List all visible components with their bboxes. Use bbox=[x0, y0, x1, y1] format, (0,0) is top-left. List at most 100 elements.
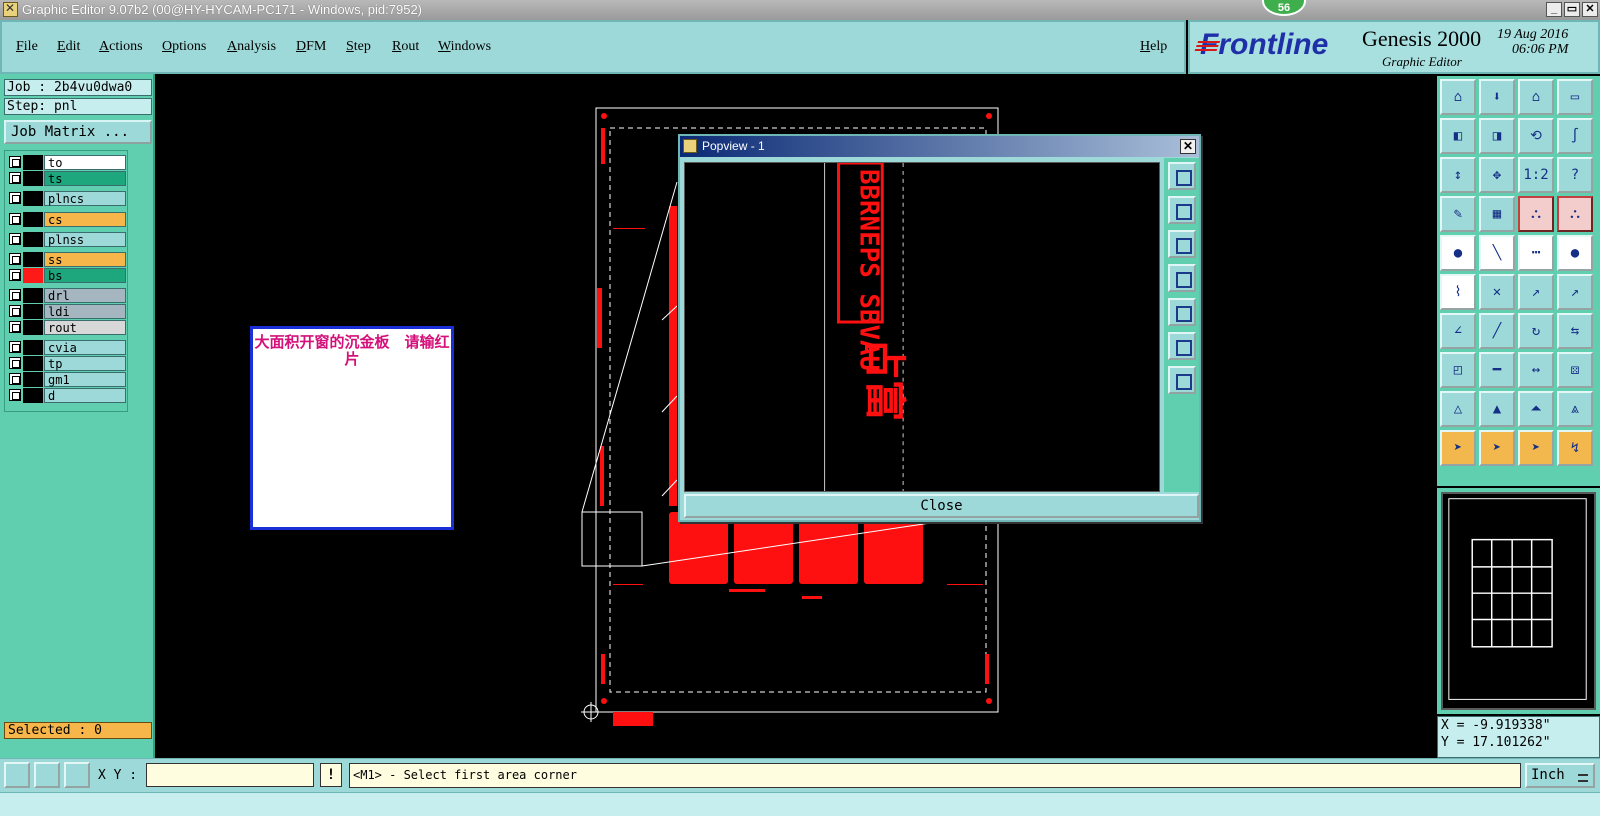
layer-row-tp[interactable]: tp bbox=[7, 356, 127, 371]
layer-name[interactable]: plnss bbox=[44, 232, 126, 247]
net-highlight-icon[interactable]: ⛬ bbox=[1518, 196, 1554, 232]
line-add-icon[interactable]: ╲ bbox=[1479, 235, 1515, 271]
layer-checkbox[interactable] bbox=[9, 156, 21, 168]
popview-title[interactable]: Popview - 1 bbox=[680, 136, 1199, 157]
layer-color-swatch[interactable] bbox=[23, 288, 43, 303]
connect-icon[interactable]: ⌇ bbox=[1440, 274, 1476, 310]
popview-down-icon[interactable] bbox=[1168, 230, 1196, 258]
layer-color-swatch[interactable] bbox=[23, 372, 43, 387]
layer-checkbox[interactable] bbox=[9, 172, 21, 184]
fit-all-icon[interactable]: ✥ bbox=[1479, 157, 1515, 193]
layer-checkbox[interactable] bbox=[9, 253, 21, 265]
popview-fit-all-icon[interactable] bbox=[1168, 366, 1196, 394]
layer-checkbox[interactable] bbox=[9, 357, 21, 369]
layer-checkbox[interactable] bbox=[9, 341, 21, 353]
angle-icon[interactable]: ∠ bbox=[1440, 313, 1476, 349]
zoom-page-icon[interactable]: ⬇ bbox=[1479, 79, 1515, 115]
units-select[interactable]: Inch bbox=[1525, 763, 1595, 788]
layer-row-d[interactable]: d bbox=[7, 388, 127, 403]
ratio-icon[interactable]: 1:2 bbox=[1518, 157, 1554, 193]
layer-row-ss[interactable]: ss bbox=[7, 252, 127, 267]
popview-canvas[interactable]: BBRNEPS SBVAU 占 富 bbox=[684, 162, 1160, 492]
net-select-icon[interactable]: ⛬ bbox=[1557, 196, 1593, 232]
layer-name[interactable]: cvia bbox=[44, 340, 126, 355]
layer-color-swatch[interactable] bbox=[23, 155, 43, 170]
layer-row-bs[interactable]: bs bbox=[7, 268, 127, 283]
popview-zoom-icon[interactable] bbox=[1168, 162, 1196, 190]
select-box-icon[interactable]: ➤ bbox=[1479, 430, 1515, 466]
window-title-bar[interactable]: Graphic Editor 9.07b2 (00@HY-HYCAM-PC171… bbox=[0, 0, 1600, 20]
maximize-button[interactable]: ▭ bbox=[1564, 2, 1580, 17]
layer-name[interactable]: plncs bbox=[44, 191, 126, 206]
zoom-home-icon[interactable]: ⌂ bbox=[1440, 79, 1476, 115]
popview-close-x-button[interactable]: ✕ bbox=[1180, 139, 1196, 154]
layer-name[interactable]: cs bbox=[44, 212, 126, 227]
layer-color-swatch[interactable] bbox=[23, 232, 43, 247]
layer-name[interactable]: gm1 bbox=[44, 372, 126, 387]
close-window-button[interactable]: ✕ bbox=[1582, 2, 1598, 17]
layer-name[interactable]: ldi bbox=[44, 304, 126, 319]
layer-color-swatch[interactable] bbox=[23, 320, 43, 335]
layer-checkbox[interactable] bbox=[9, 233, 21, 245]
line-edit-icon[interactable]: ╱ bbox=[1479, 313, 1515, 349]
dot-icon[interactable]: ● bbox=[1557, 235, 1593, 271]
popview-fit-icon[interactable] bbox=[1168, 332, 1196, 360]
popview-left-icon[interactable] bbox=[1168, 264, 1196, 292]
popview-page-icon[interactable] bbox=[1168, 196, 1196, 224]
mirror-icon[interactable]: ⇆ bbox=[1557, 313, 1593, 349]
cluster-icon[interactable]: ⚄ bbox=[1557, 352, 1593, 388]
layer-row-plncs[interactable]: plncs bbox=[7, 191, 127, 206]
layer-name[interactable]: drl bbox=[44, 288, 126, 303]
draw-angle-icon[interactable] bbox=[34, 762, 60, 788]
grid-snap-icon[interactable] bbox=[64, 762, 90, 788]
select-arrow-icon[interactable]: ➤ bbox=[1440, 430, 1476, 466]
fit-height-icon[interactable]: ↕ bbox=[1440, 157, 1476, 193]
layer-checkbox[interactable] bbox=[9, 213, 21, 225]
curve-icon[interactable]: ∫ bbox=[1557, 118, 1593, 154]
layer-name[interactable]: ss bbox=[44, 252, 126, 267]
menu-windows[interactable]: Windows bbox=[438, 39, 491, 55]
layer-color-swatch[interactable] bbox=[23, 304, 43, 319]
layer-row-ldi[interactable]: ldi bbox=[7, 304, 127, 319]
layer-checkbox[interactable] bbox=[9, 289, 21, 301]
layer-color-swatch[interactable] bbox=[23, 388, 43, 403]
layer-checkbox[interactable] bbox=[9, 305, 21, 317]
menu-rout[interactable]: Rout bbox=[392, 39, 419, 55]
popview-right-icon[interactable] bbox=[1168, 298, 1196, 326]
select-pad-icon[interactable]: ➤ bbox=[1518, 430, 1554, 466]
layer-name[interactable]: d bbox=[44, 388, 126, 403]
layer-color-swatch[interactable] bbox=[23, 171, 43, 186]
layer-checkbox[interactable] bbox=[9, 373, 21, 385]
layer-checkbox[interactable] bbox=[9, 192, 21, 204]
move-point-icon[interactable]: ↗ bbox=[1518, 274, 1554, 310]
minimize-button[interactable]: _ bbox=[1546, 2, 1562, 17]
rotate-icon[interactable]: ↻ bbox=[1518, 313, 1554, 349]
split-view-icon[interactable]: ▭ bbox=[1557, 79, 1593, 115]
job-matrix-button[interactable]: Job Matrix ... bbox=[4, 120, 152, 144]
warning-button[interactable]: ! bbox=[320, 763, 342, 787]
layer-row-cvia[interactable]: cvia bbox=[7, 340, 127, 355]
arc-up-icon[interactable]: △ bbox=[1440, 391, 1476, 427]
layer-name[interactable]: bs bbox=[44, 268, 126, 283]
arc-full-icon[interactable]: ⏶ bbox=[1518, 391, 1554, 427]
layer-row-gm1[interactable]: gm1 bbox=[7, 372, 127, 387]
pan-left-icon[interactable]: ◧ bbox=[1440, 118, 1476, 154]
layer-color-swatch[interactable] bbox=[23, 356, 43, 371]
layer-checkbox[interactable] bbox=[9, 269, 21, 281]
layer-row-ts[interactable]: ts bbox=[7, 171, 127, 186]
menu-edit[interactable]: Edit bbox=[57, 39, 80, 55]
layer-color-swatch[interactable] bbox=[23, 252, 43, 267]
layer-name[interactable]: rout bbox=[44, 320, 126, 335]
house-icon[interactable]: ⌂ bbox=[1518, 79, 1554, 115]
layer-color-swatch[interactable] bbox=[23, 340, 43, 355]
popview-close-button[interactable]: Close bbox=[684, 494, 1199, 518]
menu-file[interactable]: File bbox=[16, 39, 38, 55]
pad-add-icon[interactable]: ● bbox=[1440, 235, 1476, 271]
help-icon[interactable]: ? bbox=[1557, 157, 1593, 193]
layer-name[interactable]: tp bbox=[44, 356, 126, 371]
menu-step[interactable]: Step bbox=[346, 39, 371, 55]
layer-checkbox[interactable] bbox=[9, 321, 21, 333]
split-line-icon[interactable]: ━ bbox=[1479, 352, 1515, 388]
layer-row-drl[interactable]: drl bbox=[7, 288, 127, 303]
menu-actions[interactable]: Actions bbox=[99, 39, 143, 55]
